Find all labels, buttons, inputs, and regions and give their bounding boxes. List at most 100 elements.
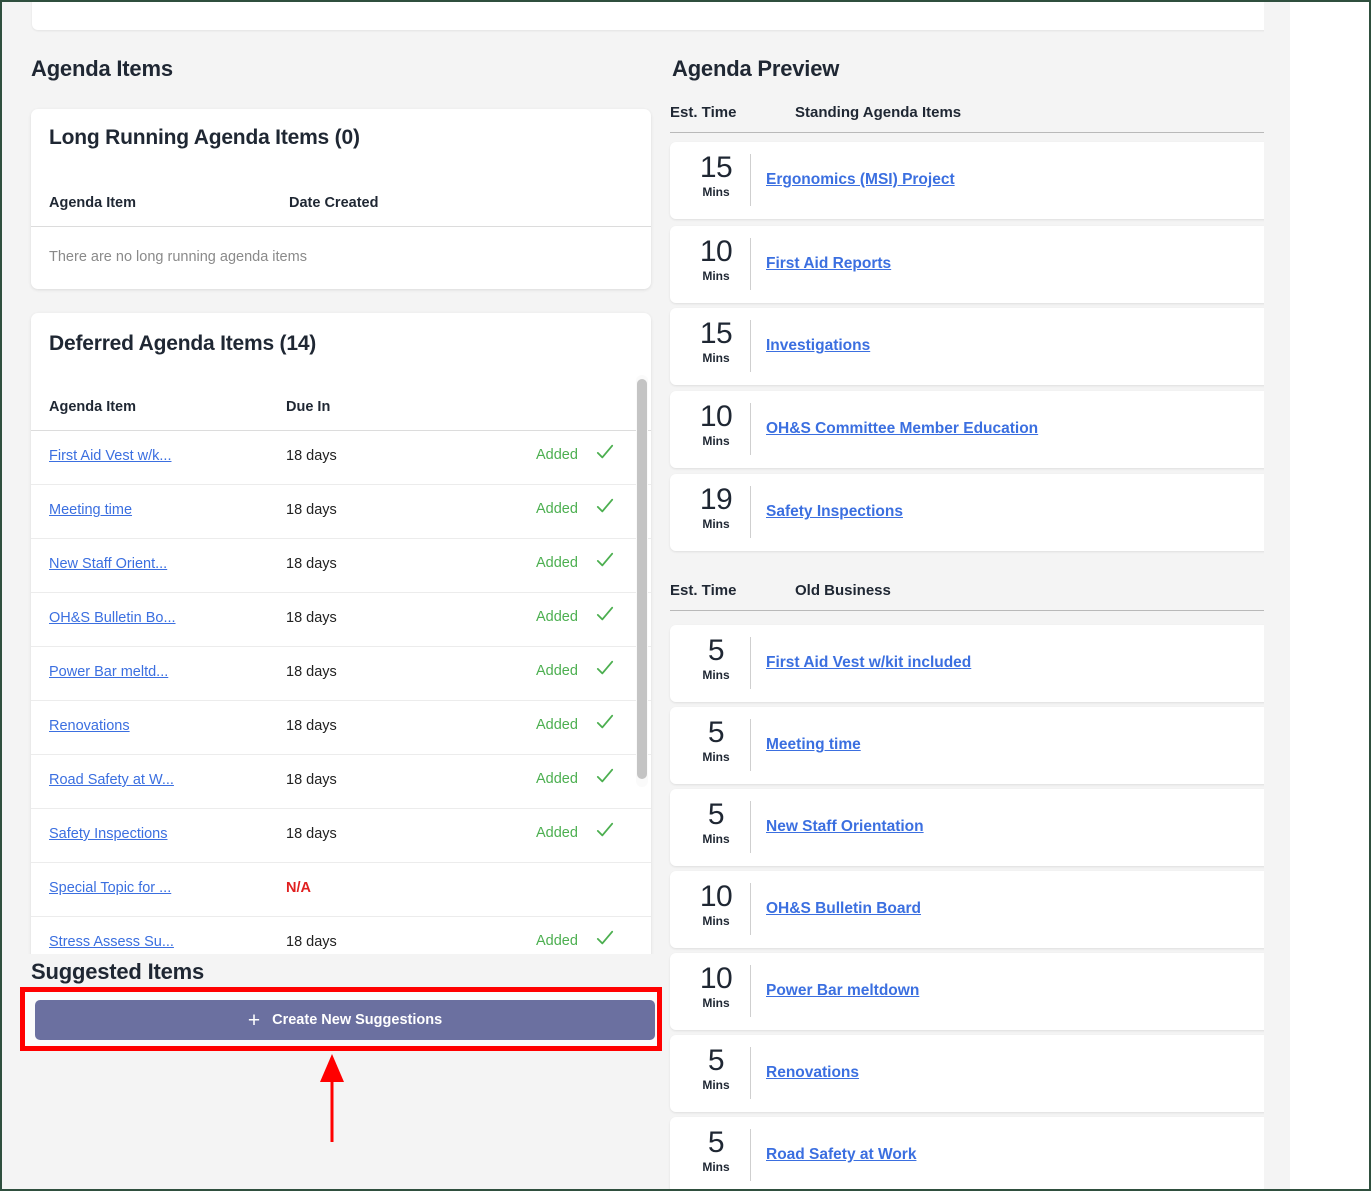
annotation-arrow-icon <box>320 1054 344 1142</box>
agenda-preview-column: Agenda Preview Est. Time Standing Agenda… <box>662 2 1290 1189</box>
est-time-minutes: 5 <box>707 1044 725 1077</box>
est-time-block: 10 Mins <box>688 963 744 1011</box>
table-row[interactable]: Special Topic for ... N/A <box>31 863 651 917</box>
table-row[interactable]: Meeting time 18 days Added <box>31 485 651 539</box>
group-name-standing: Standing Agenda Items <box>795 104 962 121</box>
status-badge: Added <box>536 771 578 787</box>
card-divider <box>750 801 751 853</box>
check-icon <box>596 767 614 785</box>
agenda-items-heading: Agenda Items <box>31 56 173 81</box>
table-row[interactable]: First Aid Vest w/k... 18 days Added <box>31 431 651 485</box>
agenda-preview-item-link[interactable]: Renovations <box>766 1064 859 1082</box>
est-time-unit: Mins <box>702 1078 730 1092</box>
table-row[interactable]: New Staff Orient... 18 days Added <box>31 539 651 593</box>
est-time-minutes: 15 <box>699 317 733 350</box>
agenda-preview-item-link[interactable]: Power Bar meltdown <box>766 982 919 1000</box>
card-divider <box>750 486 751 538</box>
right-white-gutter <box>1290 2 1369 1189</box>
status-badge: Added <box>536 501 578 517</box>
column-header-agenda-item: Agenda Item <box>49 195 137 211</box>
card-divider <box>750 719 751 771</box>
agenda-preview-item-link[interactable]: First Aid Reports <box>766 255 891 273</box>
agenda-preview-item-link[interactable]: New Staff Orientation <box>766 818 924 836</box>
est-time-unit: Mins <box>702 351 730 365</box>
due-in-value: 18 days <box>286 556 337 572</box>
est-time-unit: Mins <box>702 517 730 531</box>
status-badge: Added <box>536 825 578 841</box>
est-time-minutes: 5 <box>707 798 725 831</box>
table-row[interactable]: Power Bar meltd... 18 days Added <box>31 647 651 701</box>
agenda-preview-item-link[interactable]: Ergonomics (MSI) Project <box>766 171 955 189</box>
agenda-preview-item-link[interactable]: Safety Inspections <box>766 503 903 521</box>
status-badge: Added <box>536 609 578 625</box>
long-running-empty-message: There are no long running agenda items <box>49 249 307 265</box>
est-time-block: 15 Mins <box>688 318 744 366</box>
deferred-rows-scroll-area[interactable]: First Aid Vest w/k... 18 days Added Meeting… <box>31 431 651 961</box>
agenda-item-link[interactable]: Safety Inspections <box>49 826 168 842</box>
due-in-value: 18 days <box>286 826 337 842</box>
agenda-item-link[interactable]: Power Bar meltd... <box>49 664 168 680</box>
card-divider <box>750 883 751 935</box>
create-new-suggestions-button[interactable]: + Create New Suggestions <box>35 1000 655 1040</box>
agenda-preview-item-link[interactable]: First Aid Vest w/kit included <box>766 654 971 672</box>
est-time-block: 5 Mins <box>688 1127 744 1175</box>
agenda-preview-item-card[interactable]: 10 Mins Power Bar meltdown <box>670 953 1278 1030</box>
agenda-preview-item-card[interactable]: 5 Mins Renovations <box>670 1035 1278 1112</box>
agenda-item-link[interactable]: Renovations <box>49 718 130 734</box>
column-header-date-created: Date Created <box>289 195 379 211</box>
card-divider <box>750 637 751 689</box>
agenda-preview-item-card[interactable]: 5 Mins New Staff Orientation <box>670 789 1278 866</box>
long-running-title: Long Running Agenda Items (0) <box>49 126 360 149</box>
agenda-preview-item-card[interactable]: 5 Mins Meeting time <box>670 707 1278 784</box>
est-time-unit: Mins <box>702 832 730 846</box>
right-edge-strip <box>1264 2 1290 1189</box>
due-in-value: 18 days <box>286 610 337 626</box>
agenda-preview-item-link[interactable]: Road Safety at Work <box>766 1146 916 1164</box>
agenda-item-link[interactable]: Meeting time <box>49 502 132 518</box>
agenda-item-link[interactable]: First Aid Vest w/k... <box>49 448 171 464</box>
agenda-item-link[interactable]: Stress Assess Su... <box>49 934 174 950</box>
status-badge: Added <box>536 555 578 571</box>
agenda-preview-item-card[interactable]: 15 Mins Ergonomics (MSI) Project <box>670 142 1278 219</box>
agenda-preview-item-card[interactable]: 10 Mins OH&S Committee Member Education <box>670 391 1278 468</box>
long-running-agenda-card: Long Running Agenda Items (0) Agenda Ite… <box>31 109 651 289</box>
table-row[interactable]: Road Safety at W... 18 days Added <box>31 755 651 809</box>
check-icon <box>596 605 614 623</box>
est-time-unit: Mins <box>702 185 730 199</box>
table-row[interactable]: OH&S Bulletin Bo... 18 days Added <box>31 593 651 647</box>
check-icon <box>596 551 614 569</box>
est-time-block: 5 Mins <box>688 799 744 847</box>
est-time-block: 15 Mins <box>688 152 744 200</box>
agenda-preview-item-card[interactable]: 5 Mins First Aid Vest w/kit included <box>670 625 1278 702</box>
agenda-item-link[interactable]: New Staff Orient... <box>49 556 167 572</box>
agenda-preview-item-link[interactable]: Investigations <box>766 337 870 355</box>
est-time-label: Est. Time <box>670 104 737 121</box>
table-row[interactable]: Renovations 18 days Added <box>31 701 651 755</box>
agenda-preview-item-card[interactable]: 19 Mins Safety Inspections <box>670 474 1278 551</box>
card-divider <box>750 403 751 455</box>
screenshot-frame: Agenda Items Long Running Agenda Items (… <box>0 0 1371 1191</box>
deferred-agenda-card: Deferred Agenda Items (14) Agenda Item D… <box>31 313 651 961</box>
agenda-item-link[interactable]: OH&S Bulletin Bo... <box>49 610 176 626</box>
status-badge: Added <box>536 717 578 733</box>
est-time-unit: Mins <box>702 914 730 928</box>
agenda-preview-item-card[interactable]: 10 Mins OH&S Bulletin Board <box>670 871 1278 948</box>
agenda-preview-item-link[interactable]: OH&S Committee Member Education <box>766 420 1038 438</box>
card-divider <box>750 320 751 372</box>
est-time-block: 5 Mins <box>688 635 744 683</box>
est-time-unit: Mins <box>702 750 730 764</box>
agenda-preview-item-card[interactable]: 10 Mins First Aid Reports <box>670 226 1278 303</box>
agenda-preview-item-card[interactable]: 5 Mins Road Safety at Work <box>670 1117 1278 1189</box>
agenda-preview-item-link[interactable]: Meeting time <box>766 736 861 754</box>
check-icon <box>596 497 614 515</box>
deferred-table-header: Agenda Item Due In <box>31 393 651 431</box>
card-divider <box>750 238 751 290</box>
agenda-item-link[interactable]: Special Topic for ... <box>49 880 171 896</box>
agenda-item-link[interactable]: Road Safety at W... <box>49 772 174 788</box>
agenda-preview-item-card[interactable]: 15 Mins Investigations <box>670 308 1278 385</box>
table-row[interactable]: Safety Inspections 18 days Added <box>31 809 651 863</box>
est-time-minutes: 10 <box>699 400 733 433</box>
deferred-scrollbar-thumb[interactable] <box>637 379 647 779</box>
agenda-preview-item-link[interactable]: OH&S Bulletin Board <box>766 900 921 918</box>
check-icon <box>596 929 614 947</box>
